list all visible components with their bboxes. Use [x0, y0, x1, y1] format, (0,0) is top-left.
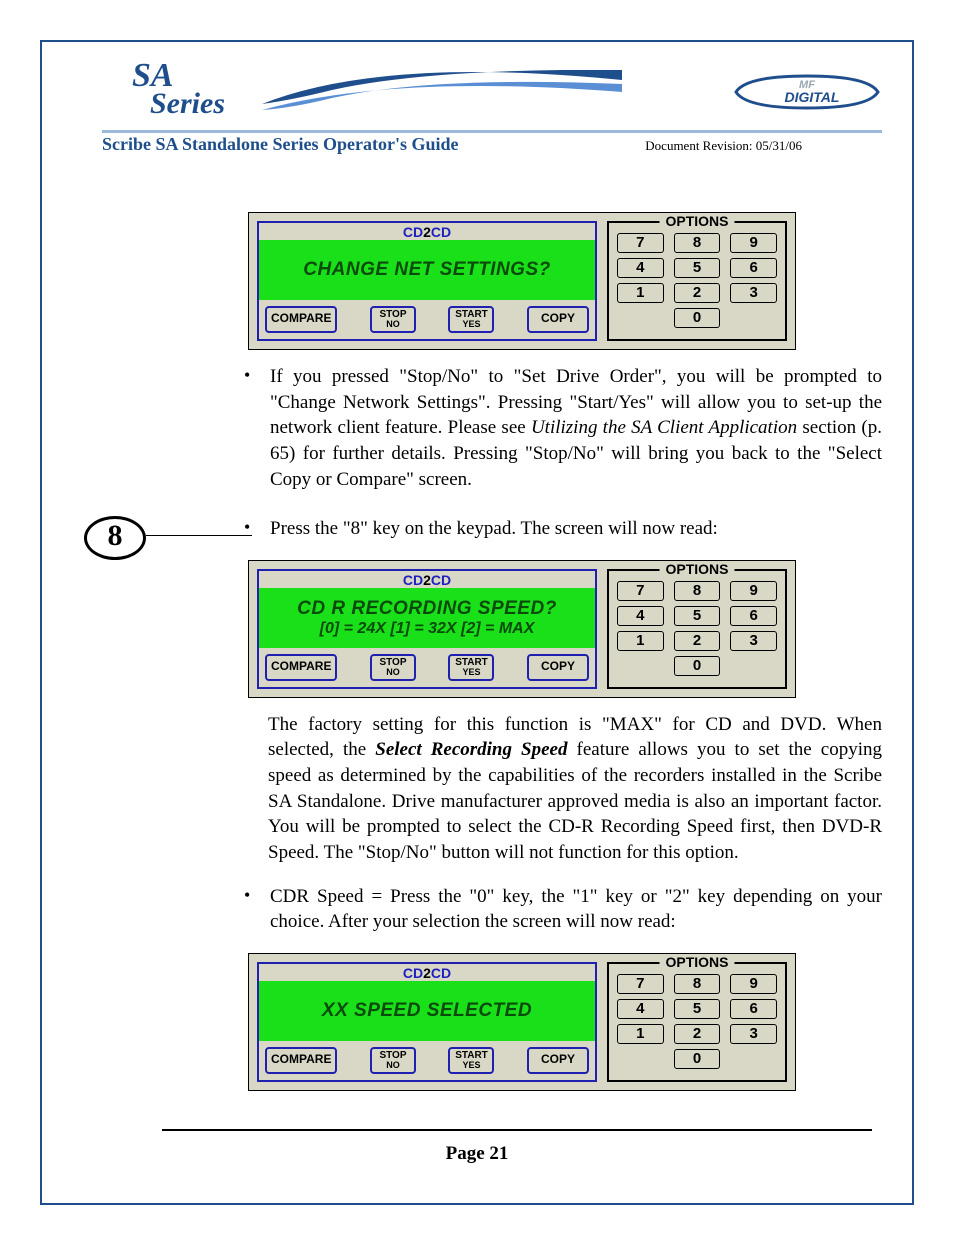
- bullet-text: If you pressed "Stop/No" to "Set Drive O…: [270, 364, 882, 492]
- paragraph-recording-speed: The factory setting for this function is…: [268, 712, 882, 866]
- logo-series: Series: [150, 91, 225, 117]
- keypad-3[interactable]: 3: [730, 1024, 777, 1044]
- copy-button[interactable]: COPY: [527, 1047, 589, 1074]
- start-yes-button[interactable]: STARTYES: [448, 654, 494, 681]
- step-divider: [146, 535, 252, 536]
- lcd-line-1: CHANGE NET SETTINGS?: [265, 259, 589, 281]
- keypad-1[interactable]: 1: [617, 1024, 664, 1044]
- page-header: SA Series MF DIGITAL Scribe SA Standalon…: [102, 62, 882, 152]
- keypad-0[interactable]: 0: [674, 308, 720, 328]
- lcd-line-2: [0] = 24X [1] = 32X [2] = MAX: [265, 620, 589, 638]
- header-rule: [102, 130, 882, 133]
- bullet-text: CDR Speed = Press the "0" key, the "1" k…: [270, 884, 882, 935]
- lcd-brand: CD2CD: [259, 964, 595, 981]
- keypad-5[interactable]: 5: [674, 606, 721, 626]
- keypad-2[interactable]: 2: [674, 283, 721, 303]
- device-panel-recording-speed: CD2CD CD R RECORDING SPEED? [0] = 24X [1…: [248, 560, 796, 698]
- options-label: OPTIONS: [659, 561, 734, 577]
- document-revision: Document Revision: 05/31/06: [645, 138, 802, 154]
- options-keypad: OPTIONS 7 8 9 4 5 6 1 2: [607, 221, 787, 341]
- keypad-0[interactable]: 0: [674, 656, 720, 676]
- start-yes-button[interactable]: STARTYES: [448, 306, 494, 333]
- keypad-8[interactable]: 8: [674, 233, 721, 253]
- keypad-6[interactable]: 6: [730, 606, 777, 626]
- footer-rule: [162, 1129, 872, 1131]
- copy-button[interactable]: COPY: [527, 306, 589, 333]
- options-label: OPTIONS: [659, 213, 734, 229]
- keypad-2[interactable]: 2: [674, 1024, 721, 1044]
- lcd-line-1: XX SPEED SELECTED: [265, 1000, 589, 1022]
- keypad-7[interactable]: 7: [617, 233, 664, 253]
- copy-button[interactable]: COPY: [527, 654, 589, 681]
- keypad-9[interactable]: 9: [730, 974, 777, 994]
- lcd-brand: CD2CD: [259, 571, 595, 588]
- keypad-7[interactable]: 7: [617, 581, 664, 601]
- bullet-change-net: • If you pressed "Stop/No" to "Set Drive…: [242, 364, 882, 492]
- keypad-4[interactable]: 4: [617, 999, 664, 1019]
- bullet-text: Press the "8" key on the keypad. The scr…: [270, 516, 882, 542]
- stop-no-button[interactable]: STOPNO: [370, 1047, 416, 1074]
- step-number-8: 8: [84, 516, 146, 560]
- keypad-6[interactable]: 6: [730, 999, 777, 1019]
- keypad-6[interactable]: 6: [730, 258, 777, 278]
- bullet-icon: •: [242, 884, 270, 935]
- start-yes-button[interactable]: STARTYES: [448, 1047, 494, 1074]
- bullet-cdr-speed: • CDR Speed = Press the "0" key, the "1"…: [242, 884, 882, 935]
- guide-title: Scribe SA Standalone Series Operator's G…: [102, 134, 459, 155]
- keypad-1[interactable]: 1: [617, 283, 664, 303]
- bullet-icon: •: [242, 364, 270, 492]
- keypad-7[interactable]: 7: [617, 974, 664, 994]
- lcd-module: CD2CD XX SPEED SELECTED COMPARE STOPNO S…: [257, 962, 597, 1082]
- keypad-9[interactable]: 9: [730, 233, 777, 253]
- lcd-brand: CD2CD: [259, 223, 595, 240]
- lcd-screen: XX SPEED SELECTED: [259, 981, 595, 1041]
- compare-button[interactable]: COMPARE: [265, 1047, 337, 1074]
- mf-digital-logo: MF DIGITAL: [732, 72, 882, 112]
- keypad-5[interactable]: 5: [674, 258, 721, 278]
- bullet-press-8: • Press the "8" key on the keypad. The s…: [242, 516, 882, 542]
- keypad-9[interactable]: 9: [730, 581, 777, 601]
- lcd-module: CD2CD CHANGE NET SETTINGS? COMPARE STOPN…: [257, 221, 597, 341]
- lcd-screen: CHANGE NET SETTINGS?: [259, 240, 595, 300]
- keypad-0[interactable]: 0: [674, 1049, 720, 1069]
- keypad-4[interactable]: 4: [617, 258, 664, 278]
- compare-button[interactable]: COMPARE: [265, 654, 337, 681]
- device-panel-speed-selected: CD2CD XX SPEED SELECTED COMPARE STOPNO S…: [248, 953, 796, 1091]
- page-number: Page 21: [42, 1143, 912, 1165]
- svg-text:DIGITAL: DIGITAL: [785, 89, 840, 105]
- keypad-3[interactable]: 3: [730, 283, 777, 303]
- keypad-5[interactable]: 5: [674, 999, 721, 1019]
- bullet-icon: •: [242, 516, 270, 542]
- lcd-module: CD2CD CD R RECORDING SPEED? [0] = 24X [1…: [257, 569, 597, 689]
- header-swoosh: [262, 70, 622, 114]
- stop-no-button[interactable]: STOPNO: [370, 654, 416, 681]
- compare-button[interactable]: COMPARE: [265, 306, 337, 333]
- lcd-line-1: CD R RECORDING SPEED?: [265, 598, 589, 620]
- device-panel-change-net: CD2CD CHANGE NET SETTINGS? COMPARE STOPN…: [248, 212, 796, 350]
- lcd-screen: CD R RECORDING SPEED? [0] = 24X [1] = 32…: [259, 588, 595, 648]
- stop-no-button[interactable]: STOPNO: [370, 306, 416, 333]
- keypad-3[interactable]: 3: [730, 631, 777, 651]
- options-label: OPTIONS: [659, 954, 734, 970]
- keypad-8[interactable]: 8: [674, 581, 721, 601]
- options-keypad: OPTIONS 7 8 9 4 5 6 1 2: [607, 569, 787, 689]
- options-keypad: OPTIONS 7 8 9 4 5 6 1 2: [607, 962, 787, 1082]
- keypad-2[interactable]: 2: [674, 631, 721, 651]
- sa-series-logo: SA Series: [132, 62, 225, 116]
- keypad-8[interactable]: 8: [674, 974, 721, 994]
- keypad-1[interactable]: 1: [617, 631, 664, 651]
- keypad-4[interactable]: 4: [617, 606, 664, 626]
